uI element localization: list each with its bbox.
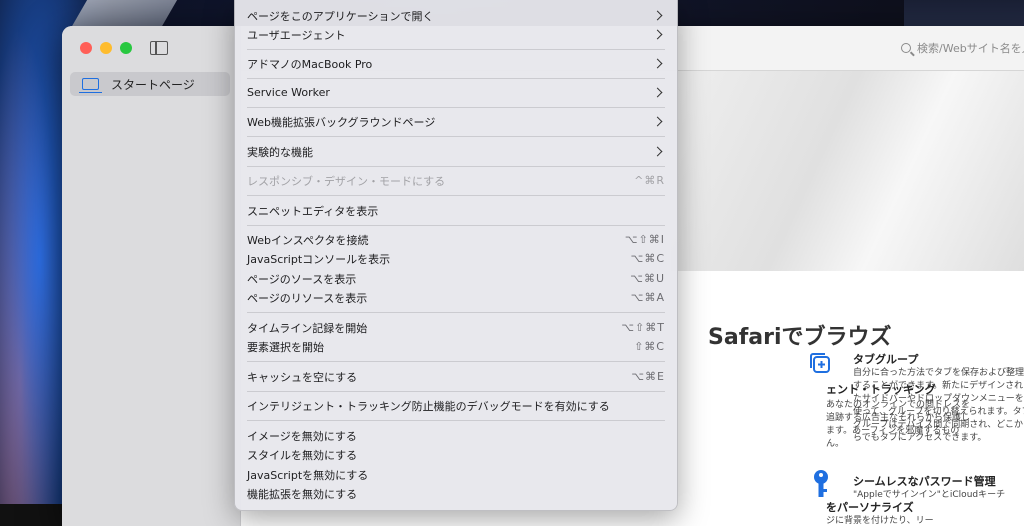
menu-item-label: ページをこのアプリケーションで開く (247, 9, 434, 23)
menu-item-label: 機能拡張を無効にする (247, 487, 358, 501)
sidebar-item-label: スタートページ (111, 77, 195, 92)
chevron-right-icon (652, 29, 663, 40)
menu-item-start-timeline[interactable]: タイムライン記録を開始 ⌥⇧⌘T (247, 318, 665, 337)
menu-item-disable-images[interactable]: イメージを無効にする (247, 426, 665, 445)
feature-text-passwords: "Appleでサインイン"とiCloudキーチ (853, 490, 1006, 500)
page-title: Safariでブラウズ (708, 325, 892, 350)
menu-item-label: Webインスペクタを接続 (247, 233, 369, 247)
sidebar: スタートページ (62, 26, 241, 526)
menu-item-label: ユーザエージェント (247, 28, 346, 42)
sidebar-item-start-page[interactable]: スタートページ (70, 72, 230, 96)
menu-item-label: インテリジェント・トラッキング防止機能のデバッグモードを有効にする (247, 399, 610, 413)
menu-item-extension-background-pages[interactable]: Web機能拡張バックグラウンドページ (247, 112, 665, 131)
menu-separator (247, 195, 665, 196)
menu-item-macbook-pro[interactable]: アドマノのMacBook Pro (247, 54, 665, 73)
menu-item-label: Service Worker (247, 86, 330, 99)
laptop-icon (79, 78, 102, 93)
menu-separator (247, 49, 665, 50)
tab-group-icon (810, 353, 830, 373)
menu-item-label: タイムライン記録を開始 (247, 321, 368, 335)
menu-item-shortcut: ⌥⇧⌘I (624, 233, 665, 246)
menu-separator (247, 420, 665, 421)
menu-item-responsive-design-mode: レスポンシブ・デザイン・モードにする ^⌘R (247, 171, 665, 190)
menu-item-label: スタイルを無効にする (247, 448, 358, 462)
menu-item-label: キャッシュを空にする (247, 370, 358, 384)
minimize-button[interactable] (100, 42, 112, 54)
menu-item-label: レスポンシブ・デザイン・モードにする (247, 174, 446, 188)
menu-item-label: ページのリソースを表示 (247, 291, 368, 305)
menu-separator (247, 391, 665, 392)
menu-item-label: JavaScriptコンソールを表示 (247, 252, 391, 266)
zoom-button[interactable] (120, 42, 132, 54)
feature-title-tab-groups: タブグループ (853, 353, 919, 366)
feature-text-tab-groups: 自分に合った方法でタブを保存および整理することができます。新たにデザインされたサ… (853, 368, 1024, 443)
menu-item-label: スニペットエディタを表示 (247, 204, 379, 218)
chevron-right-icon (652, 58, 663, 69)
chevron-right-icon (652, 146, 663, 157)
menu-item-shortcut: ⌥⌘U (630, 272, 665, 285)
menu-item-disable-javascript[interactable]: JavaScriptを無効にする (247, 465, 665, 484)
menu-item-label: 要素選択を開始 (247, 340, 324, 354)
menu-item-start-element-selection[interactable]: 要素選択を開始 ⇧⌘C (247, 337, 665, 356)
menu-item-shortcut: ⌥⌘E (631, 370, 665, 383)
menu-item-shortcut: ^⌘R (634, 174, 665, 187)
menu-item-label: アドマノのMacBook Pro (247, 57, 373, 71)
menu-item-page-source[interactable]: ページのソースを表示 ⌥⌘U (247, 269, 665, 288)
window-controls (80, 42, 132, 54)
menu-item-disable-styles[interactable]: スタイルを無効にする (247, 445, 665, 464)
menu-item-open-page-with[interactable]: ページをこのアプリケーションで開く (247, 6, 665, 25)
menu-item-label: JavaScriptを無効にする (247, 468, 369, 482)
close-button[interactable] (80, 42, 92, 54)
menu-item-label: 実験的な機能 (247, 145, 313, 159)
menu-item-shortcut: ⇧⌘C (634, 340, 665, 353)
chevron-right-icon (652, 10, 663, 21)
menu-item-disable-extensions[interactable]: 機能拡張を無効にする (247, 484, 665, 503)
menu-item-user-agent[interactable]: ユーザエージェント (247, 25, 665, 44)
menu-separator (247, 361, 665, 362)
menu-item-label: イメージを無効にする (247, 429, 357, 443)
menu-item-shortcut: ⌥⇧⌘T (621, 321, 665, 334)
address-bar[interactable]: 検索/Webサイト名を入力 (901, 40, 1024, 56)
menu-item-snippet-editor[interactable]: スニペットエディタを表示 (247, 201, 665, 220)
search-icon (901, 43, 911, 53)
menu-separator (247, 136, 665, 137)
menu-item-empty-caches[interactable]: キャッシュを空にする ⌥⌘E (247, 367, 665, 386)
menu-item-service-worker[interactable]: Service Worker (247, 83, 665, 102)
menu-item-shortcut: ⌥⌘A (630, 291, 665, 304)
menu-separator (247, 166, 665, 167)
feature-text-personalize: ジに背景を付けたり、リー (826, 516, 934, 526)
key-icon (814, 470, 828, 497)
menu-item-connect-web-inspector[interactable]: Webインスペクタを接続 ⌥⇧⌘I (247, 230, 665, 249)
background-image (671, 71, 1024, 271)
menu-separator (247, 225, 665, 226)
menu-item-itp-debug-mode[interactable]: インテリジェント・トラッキング防止機能のデバッグモードを有効にする (247, 396, 665, 415)
develop-menu: ページをこのアプリケーションで開く ユーザエージェント アドマノのMacBook… (234, 0, 678, 511)
feature-title-passwords: シームレスなパスワード管理 (853, 475, 996, 488)
chevron-right-icon (652, 87, 663, 98)
menu-item-label: ページのソースを表示 (247, 272, 357, 286)
menu-separator (247, 312, 665, 313)
search-placeholder: 検索/Webサイト名を入力 (917, 42, 1024, 55)
menu-item-page-resources[interactable]: ページのリソースを表示 ⌥⌘A (247, 288, 665, 307)
menu-separator (247, 107, 665, 108)
sidebar-toggle-icon[interactable] (150, 41, 168, 55)
menu-item-shortcut: ⌥⌘C (630, 252, 665, 265)
menu-item-label: Web機能拡張バックグラウンドページ (247, 115, 436, 129)
menu-separator (247, 78, 665, 79)
chevron-right-icon (652, 116, 663, 127)
menu-item-javascript-console[interactable]: JavaScriptコンソールを表示 ⌥⌘C (247, 249, 665, 268)
menu-item-experimental-features[interactable]: 実験的な機能 (247, 142, 665, 161)
